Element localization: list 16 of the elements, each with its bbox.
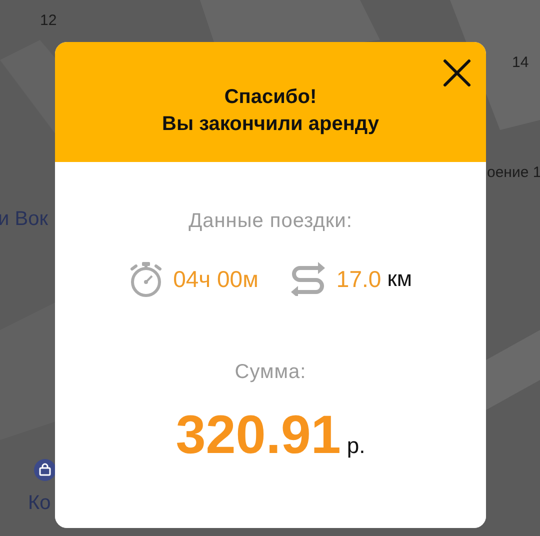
map-label: оение 1 [487,164,540,181]
total-heading: Сумма: [234,361,306,384]
trip-duration: 04ч 00м [173,266,258,292]
stopwatch-icon [129,261,164,297]
close-icon [442,58,472,88]
map-label: 14 [512,54,529,71]
distance-unit: км [387,266,412,292]
map-label: 12 [40,12,57,29]
dialog-title: Спасибо! [224,85,317,110]
dialog-title: Вы закончили аренду [162,112,379,137]
total-amount: 320.91 [176,404,341,466]
close-button[interactable] [442,58,472,88]
trip-heading: Данные поездки: [188,210,352,233]
trip-distance: 17.0 [336,266,382,292]
currency-label: р. [346,433,366,459]
route-arrows-icon [290,262,326,296]
